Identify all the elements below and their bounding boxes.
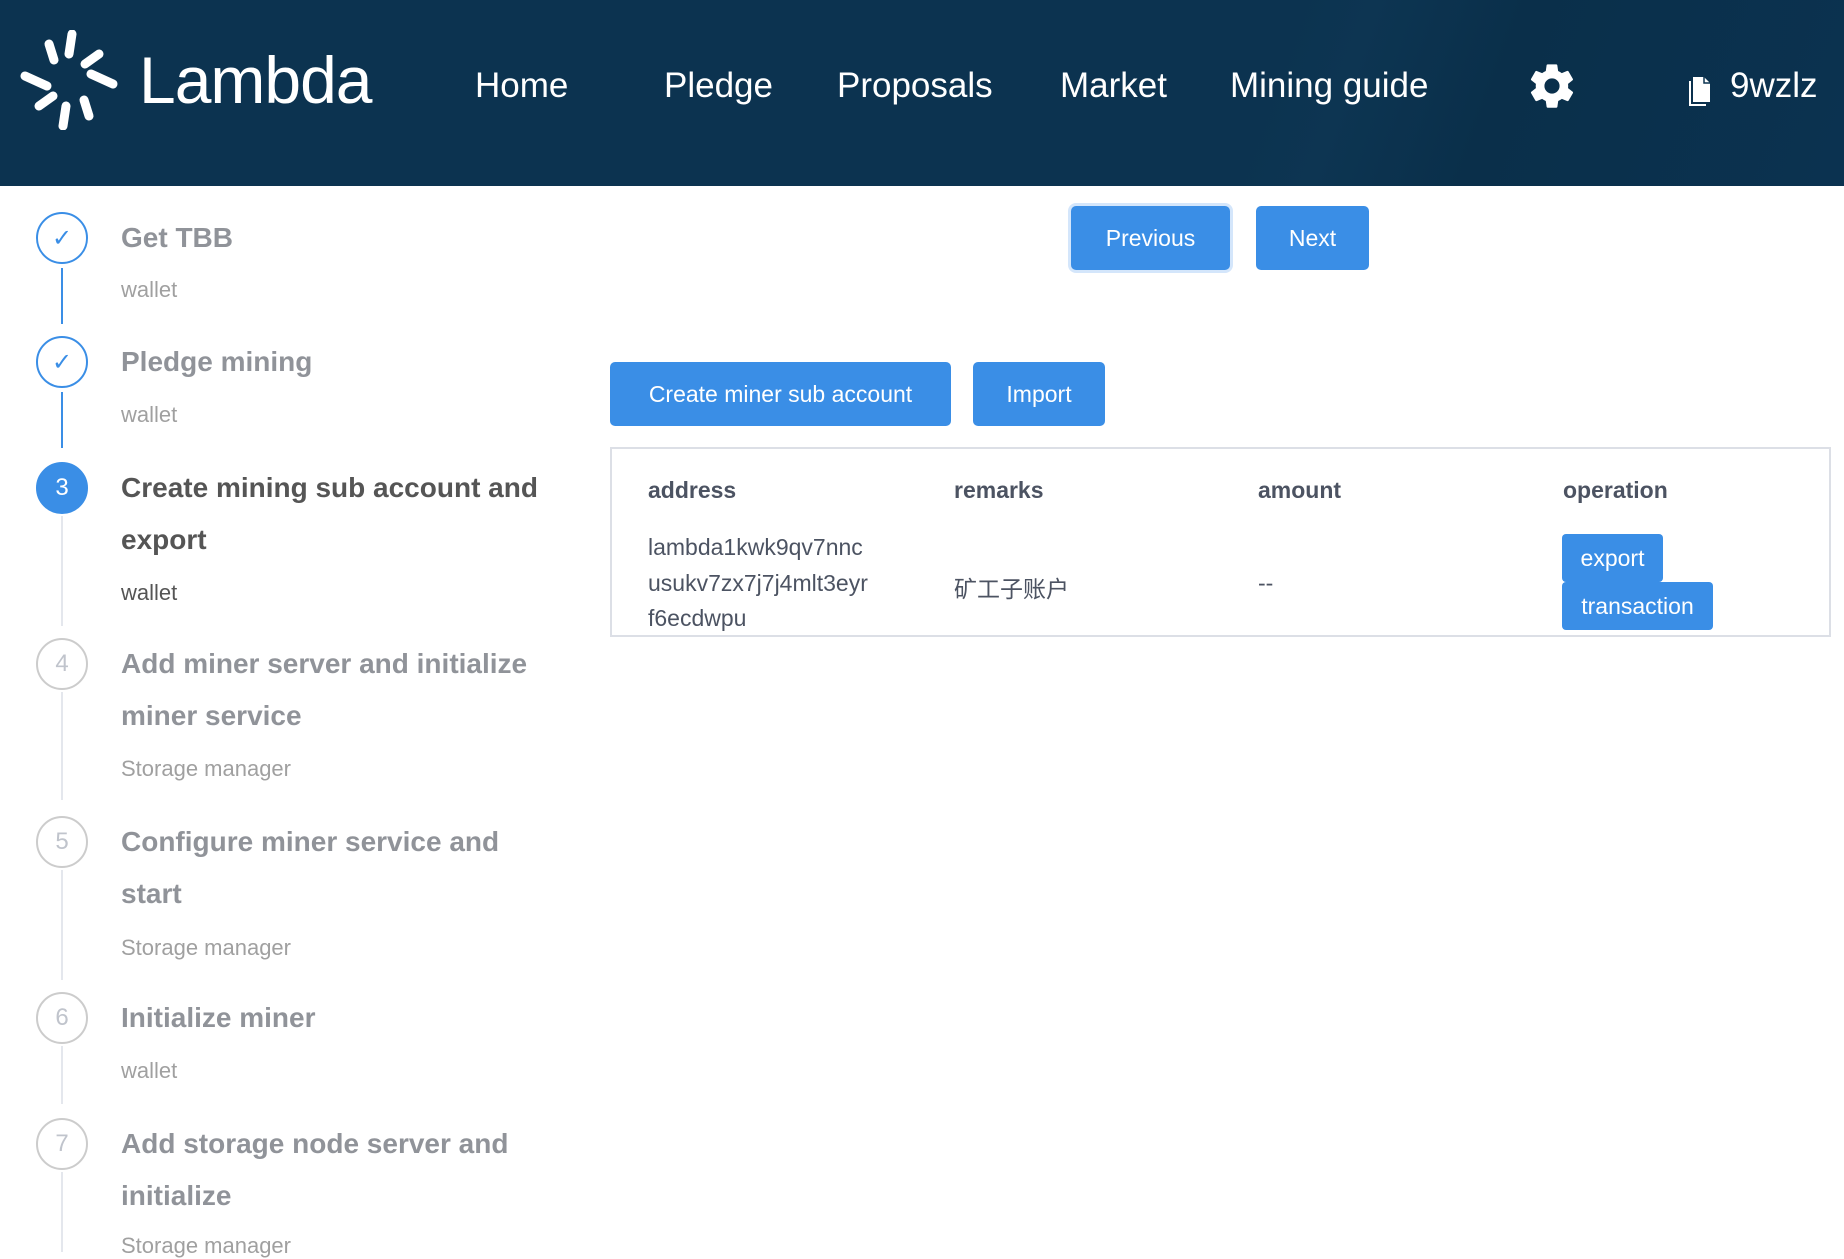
import-button[interactable]: Import <box>973 362 1105 426</box>
step-4-title: Add miner server and initialize miner se… <box>121 648 528 731</box>
step-connector <box>61 516 63 626</box>
logo[interactable]: Lambda <box>19 30 373 130</box>
step-7-subtitle: Storage manager <box>121 1233 291 1258</box>
nav-proposals[interactable]: Proposals <box>837 66 993 106</box>
step-connector <box>61 1172 63 1252</box>
step-4-subtitle: Storage manager <box>121 756 291 781</box>
transaction-button[interactable]: transaction <box>1562 582 1713 630</box>
export-button[interactable]: export <box>1562 534 1663 582</box>
address-line: f6ecdwpu <box>648 605 747 631</box>
next-button[interactable]: Next <box>1256 206 1369 270</box>
column-header-amount: amount <box>1258 477 1342 503</box>
step-5-title: Configure miner service and start <box>121 826 500 909</box>
step-3-title: Create mining sub account and export <box>121 472 538 555</box>
remarks-cell: 矿工子账户 <box>954 576 1069 602</box>
lambda-logo-icon <box>20 30 118 130</box>
nav-market[interactable]: Market <box>1060 66 1167 106</box>
nav-pledge[interactable]: Pledge <box>664 66 773 106</box>
step-connector <box>61 870 63 980</box>
step-3-number: 3 <box>36 462 88 514</box>
nav-home[interactable]: Home <box>475 66 568 106</box>
step-1-check-icon: ✓ <box>36 212 88 264</box>
document-icon <box>1689 77 1710 106</box>
address-line: lambda1kwk9qv7nnc <box>648 534 863 560</box>
amount-cell: -- <box>1258 570 1274 596</box>
nav-mining-guide[interactable]: Mining guide <box>1230 66 1428 106</box>
column-header-operation: operation <box>1563 477 1668 503</box>
step-connector <box>61 1046 63 1104</box>
step-2-title: Pledge mining <box>121 346 313 377</box>
step-1-subtitle: wallet <box>121 277 178 302</box>
step-2-check-icon: ✓ <box>36 336 88 388</box>
gear-icon[interactable] <box>1526 60 1578 112</box>
step-2-subtitle: wallet <box>121 402 178 427</box>
step-1-title: Get TBB <box>121 222 233 253</box>
step-connector <box>61 392 63 448</box>
step-7-title: Add storage node server and initialize <box>121 1128 509 1211</box>
create-miner-sub-account-button[interactable]: Create miner sub account <box>610 362 951 426</box>
address-line: usukv7zx7j7j4mlt3eyr <box>648 570 868 596</box>
column-header-remarks: remarks <box>954 477 1044 503</box>
step-6-title: Initialize miner <box>121 1002 316 1033</box>
top-nav-bar: Lambda Home Pledge Proposals Market Mini… <box>0 0 1844 186</box>
step-5-number: 5 <box>36 816 88 868</box>
step-6-number: 6 <box>36 992 88 1044</box>
previous-button[interactable]: Previous <box>1071 206 1230 270</box>
step-6-subtitle: wallet <box>121 1058 178 1083</box>
column-header-address: address <box>648 477 737 503</box>
step-5-subtitle: Storage manager <box>121 935 291 960</box>
step-3-subtitle: wallet <box>121 580 178 605</box>
brand-name: Lambda <box>139 43 373 117</box>
step-7-number: 7 <box>36 1118 88 1170</box>
step-4-number: 4 <box>36 638 88 690</box>
step-connector <box>61 268 63 324</box>
sub-accounts-table: address remarks amount operation lambda1… <box>610 447 1831 637</box>
step-connector <box>61 692 63 800</box>
account-name[interactable]: 9wzlz <box>1730 66 1818 106</box>
